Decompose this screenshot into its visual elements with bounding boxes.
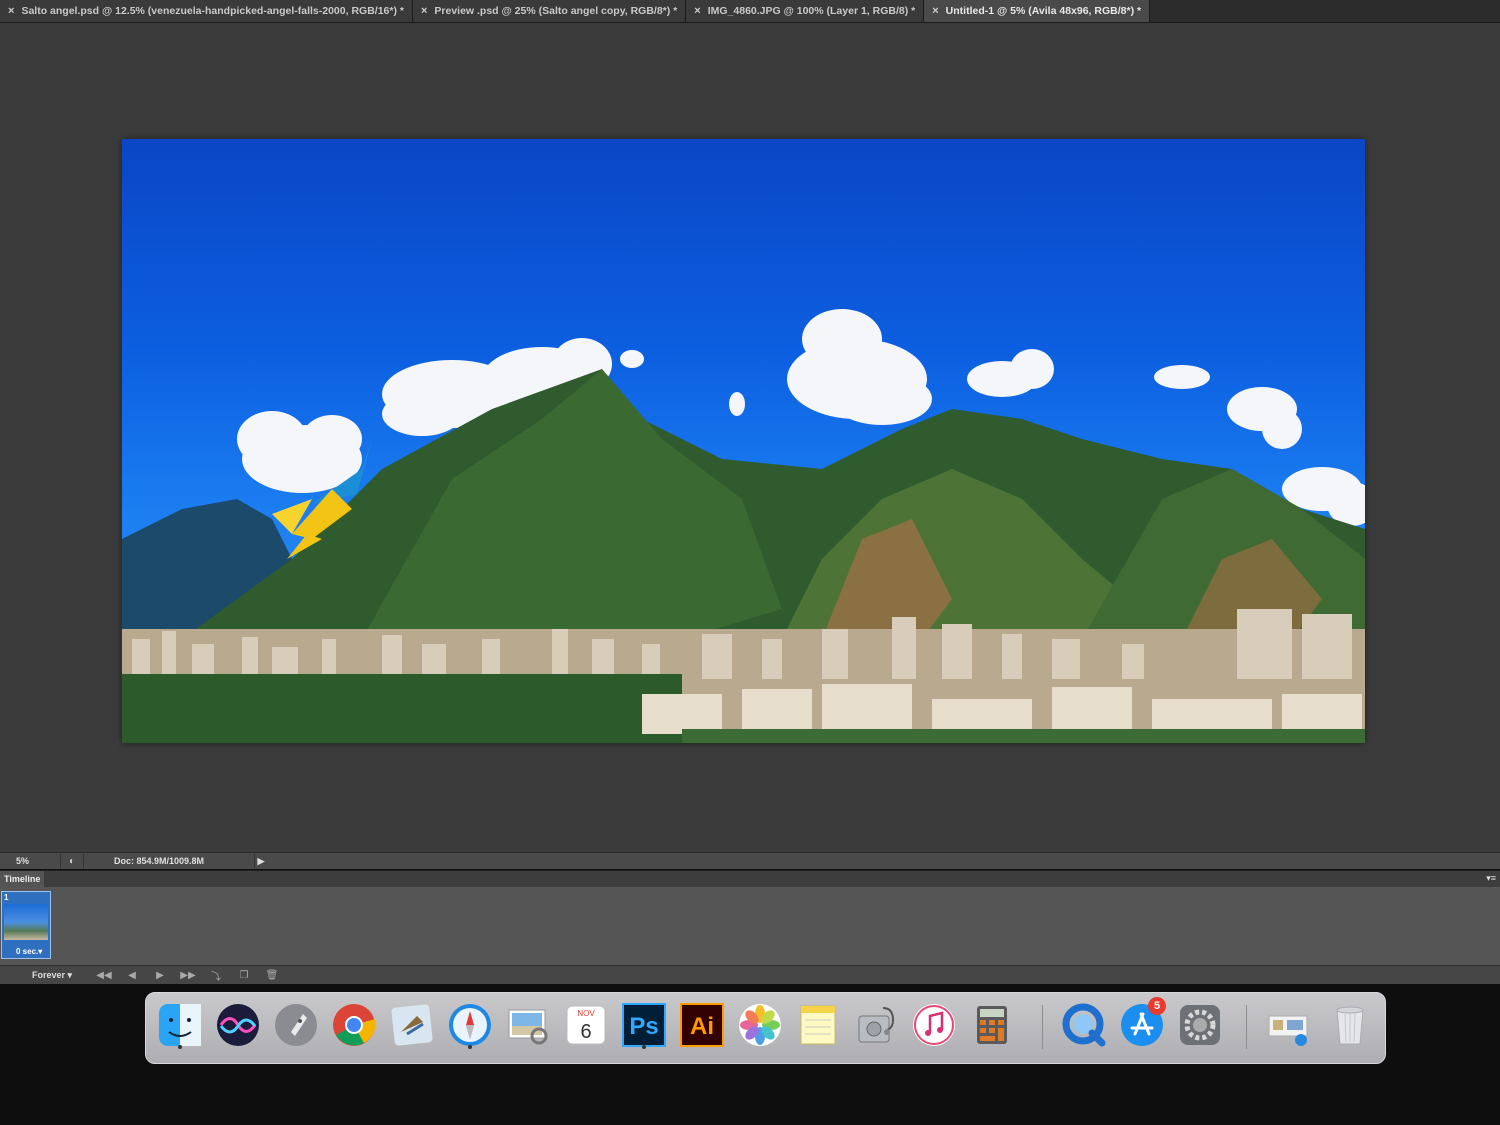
close-tab-icon[interactable]: × <box>421 5 427 17</box>
tab-img-4860[interactable]: × IMG_4860.JPG @ 100% (Layer 1, RGB/8) * <box>686 0 925 22</box>
tab-label: Salto angel.psd @ 12.5% (venezuela-handp… <box>21 5 404 17</box>
frame-delay-dropdown[interactable]: 0 sec.▾ <box>16 947 42 956</box>
launchpad-icon[interactable] <box>270 999 322 1051</box>
system-preferences-icon[interactable] <box>1174 999 1226 1051</box>
calendar-icon[interactable]: NOV 6 <box>560 999 612 1051</box>
timeline-panel-header: Timeline ▾≡ <box>0 870 1500 887</box>
photos-icon[interactable] <box>734 999 786 1051</box>
calendar-month-label: NOV <box>577 1009 595 1018</box>
notification-badge: 5 <box>1148 997 1166 1015</box>
svg-text:Ps: Ps <box>629 1013 658 1040</box>
previous-frame-icon[interactable]: ◀ <box>118 970 146 981</box>
timeline-tab[interactable]: Timeline <box>0 871 45 887</box>
photoshop-icon[interactable]: Ps <box>618 999 670 1051</box>
frame-number: 1 <box>4 893 9 902</box>
play-icon[interactable]: ▶ <box>146 970 174 981</box>
timeline-frame[interactable]: 1 0 sec.▾ <box>1 891 51 959</box>
chrome-icon[interactable] <box>328 999 380 1051</box>
zoom-level-field[interactable]: 5% <box>0 856 60 866</box>
timeline-controls: Forever ▾ ◀◀ ◀ ▶ ▶▶ ⤵ ❐ 🗑 <box>0 965 1500 984</box>
status-menu-arrow-icon[interactable]: ▶ <box>254 854 267 868</box>
panel-menu-icon[interactable]: ▾≡ <box>1486 873 1496 884</box>
close-tab-icon[interactable]: × <box>8 5 14 17</box>
trash-icon[interactable] <box>1324 999 1376 1051</box>
tab-label: Preview .psd @ 25% (Salto angel copy, RG… <box>434 5 678 17</box>
mountain-cityscape-illustration <box>122 309 1365 743</box>
calendar-day-label: 6 <box>580 1021 591 1043</box>
duplicate-frame-icon[interactable]: ❐ <box>230 970 258 981</box>
close-tab-icon[interactable]: × <box>694 5 700 17</box>
itunes-icon[interactable] <box>908 999 960 1051</box>
tab-label: IMG_4860.JPG @ 100% (Layer 1, RGB/8) * <box>707 5 916 17</box>
illustrator-icon[interactable]: Ai <box>676 999 728 1051</box>
app-store-icon[interactable]: 5 <box>1116 997 1168 1051</box>
macos-dock: NOV 6 Ps Ai 5 <box>145 992 1386 1064</box>
quicktime-icon[interactable] <box>1058 999 1110 1051</box>
siri-icon[interactable] <box>212 999 264 1051</box>
tab-salto-angel[interactable]: × Salto angel.psd @ 12.5% (venezuela-hand… <box>0 0 413 22</box>
document-size-info: Doc: 854.9M/1009.8M <box>114 856 205 866</box>
close-tab-icon[interactable]: × <box>932 5 938 17</box>
status-bar: 5% ◐ Doc: 854.9M/1009.8M ▶ <box>0 852 1500 869</box>
document-tab-bar: × Salto angel.psd @ 12.5% (venezuela-hand… <box>0 0 1500 23</box>
preview-icon[interactable] <box>502 999 554 1051</box>
timeline-frames-area: 1 0 sec.▾ <box>0 887 1500 965</box>
first-frame-icon[interactable]: ◀◀ <box>90 970 118 981</box>
tab-label: Untitled-1 @ 5% (Avila 48x96, RGB/8*) * <box>945 5 1142 17</box>
tab-untitled-1[interactable]: × Untitled-1 @ 5% (Avila 48x96, RGB/8*) * <box>924 0 1151 22</box>
calculator-icon[interactable] <box>966 999 1018 1051</box>
delete-frame-icon[interactable]: 🗑 <box>258 970 286 981</box>
tween-icon[interactable]: ⤵ <box>202 968 230 983</box>
safari-icon[interactable] <box>444 999 496 1051</box>
notes-icon[interactable] <box>792 999 844 1051</box>
tab-preview[interactable]: × Preview .psd @ 25% (Salto angel copy, R… <box>412 0 687 22</box>
canvas-workspace[interactable] <box>0 23 1500 855</box>
downloads-stack-icon[interactable] <box>1262 999 1314 1051</box>
svg-text:Ai: Ai <box>690 1013 714 1040</box>
finder-icon[interactable] <box>154 999 206 1051</box>
proof-setup-icon[interactable]: ◐ <box>60 854 84 868</box>
next-frame-icon[interactable]: ▶▶ <box>174 970 202 981</box>
document-canvas-image[interactable] <box>122 139 1365 743</box>
disk-utility-icon[interactable] <box>850 999 902 1051</box>
loop-options-dropdown[interactable]: Forever ▾ <box>0 970 90 981</box>
mail-icon[interactable] <box>386 999 438 1051</box>
frame-thumbnail <box>4 904 48 940</box>
